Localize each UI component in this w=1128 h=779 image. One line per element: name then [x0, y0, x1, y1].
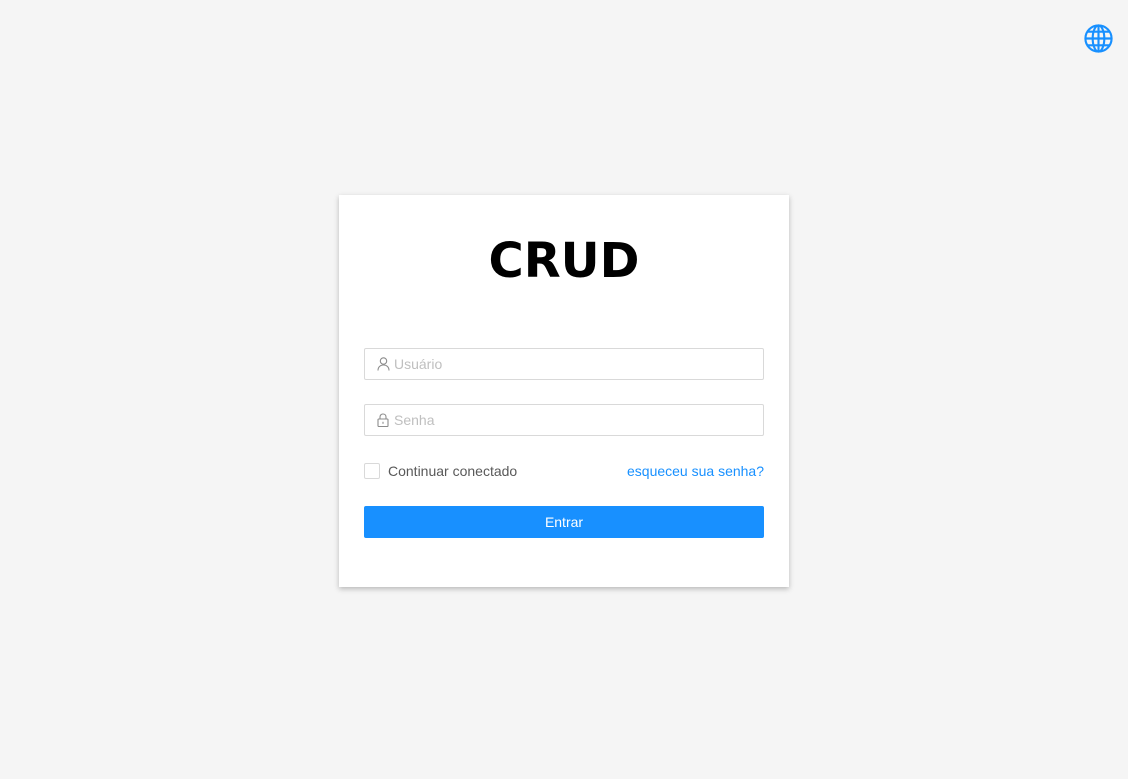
- password-input[interactable]: [394, 406, 763, 434]
- lock-icon: [376, 413, 390, 427]
- username-input[interactable]: [394, 350, 763, 378]
- app-title: CRUD: [488, 233, 640, 289]
- remember-row: Continuar conectado esqueceu sua senha?: [364, 462, 764, 480]
- remember-label: Continuar conectado: [388, 463, 518, 479]
- forgot-password-link[interactable]: esqueceu sua senha?: [627, 463, 764, 479]
- language-switcher[interactable]: [1082, 22, 1114, 54]
- remember-checkbox[interactable]: [364, 463, 380, 479]
- user-icon: [376, 357, 390, 371]
- remember-me[interactable]: Continuar conectado: [364, 463, 517, 479]
- globe-icon: [1083, 23, 1113, 53]
- password-field[interactable]: [364, 404, 764, 436]
- login-button[interactable]: Entrar: [364, 506, 764, 538]
- login-card: CRUD Usuário Continuar conectado esquece…: [339, 195, 789, 587]
- username-field[interactable]: [364, 348, 764, 380]
- login-page: CRUD Usuário Continuar conectado esquece…: [0, 0, 1128, 779]
